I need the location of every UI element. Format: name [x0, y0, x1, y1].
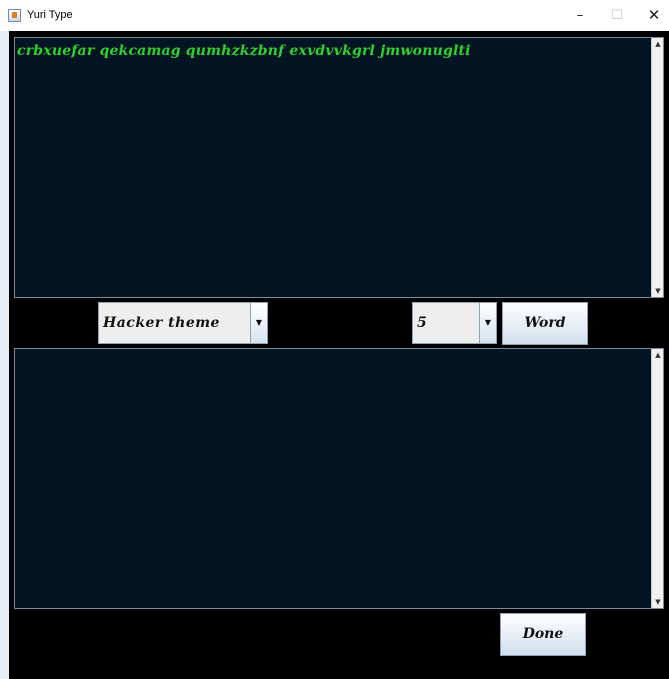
- target-scrollbar[interactable]: ▲ ▼: [651, 38, 663, 297]
- scroll-down-arrow-icon[interactable]: ▼: [653, 286, 663, 296]
- theme-select-value: Hacker theme: [103, 315, 220, 331]
- scroll-up-arrow-icon[interactable]: ▲: [653, 350, 663, 360]
- scroll-down-arrow-icon[interactable]: ▼: [653, 597, 663, 607]
- target-text: crbxuefar qekcamag qumhzkzbnf exvdvvkgrl…: [17, 43, 471, 59]
- maximize-button[interactable]: ☐: [599, 0, 635, 31]
- word-count-value: 5: [417, 315, 427, 331]
- typing-scrollbar[interactable]: ▲ ▼: [651, 349, 663, 608]
- scroll-up-arrow-icon[interactable]: ▲: [653, 39, 663, 49]
- minimize-button[interactable]: –: [562, 0, 598, 31]
- main-panel: crbxuefar qekcamag qumhzkzbnf exvdvvkgrl…: [9, 31, 669, 679]
- done-button[interactable]: Done: [500, 613, 586, 656]
- word-count-select[interactable]: 5 ▼: [412, 302, 497, 344]
- target-text-area[interactable]: crbxuefar qekcamag qumhzkzbnf exvdvvkgrl…: [14, 37, 664, 298]
- title-bar: Yuri Type – ☐ ✕: [0, 0, 669, 31]
- chevron-down-icon[interactable]: ▼: [479, 303, 496, 343]
- close-button[interactable]: ✕: [636, 0, 669, 31]
- typing-text-area[interactable]: ▲ ▼: [14, 348, 664, 609]
- word-button[interactable]: Word: [502, 302, 588, 345]
- java-cup-icon: [8, 9, 21, 22]
- chevron-down-icon[interactable]: ▼: [250, 303, 267, 343]
- theme-select[interactable]: Hacker theme ▼: [98, 302, 268, 344]
- window-title: Yuri Type: [27, 9, 73, 21]
